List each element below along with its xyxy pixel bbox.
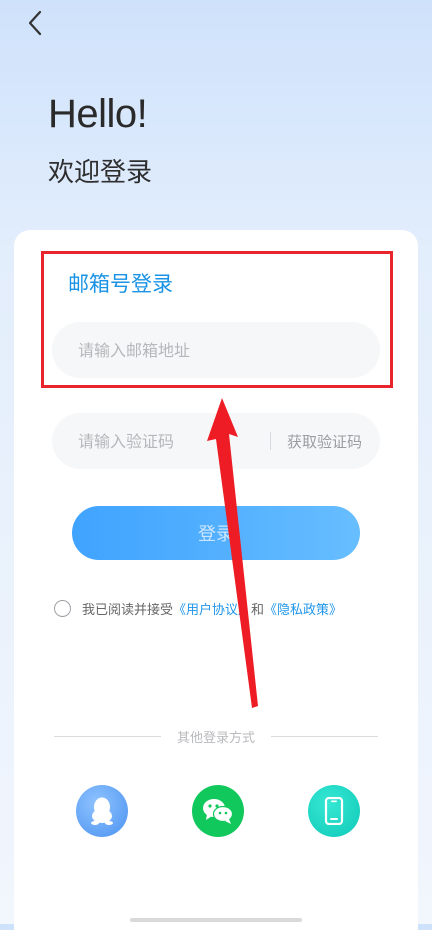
other-login-label: 其他登录方式 — [177, 730, 256, 746]
home-indicator — [130, 918, 302, 922]
agreement-and: 和 — [251, 603, 265, 618]
chevron-left-icon — [28, 10, 42, 36]
qq-penguin-icon — [91, 797, 113, 825]
get-code-button[interactable]: 获取验证码 — [287, 431, 362, 452]
greeting-title: Hello! — [48, 92, 148, 136]
agreement-prefix: 我已阅读并接受 — [82, 603, 174, 618]
divider-line-right — [271, 735, 379, 737]
back-button[interactable] — [22, 8, 48, 38]
code-field-container: 获取验证码 — [52, 413, 380, 469]
login-button[interactable]: 登录 — [72, 506, 360, 560]
welcome-subtitle: 欢迎登录 — [48, 158, 153, 188]
user-agreement-link[interactable]: 《用户协议》 — [173, 599, 251, 618]
divider-line-left — [54, 735, 161, 737]
verification-code-input[interactable] — [76, 430, 260, 452]
qq-login-button[interactable] — [76, 785, 128, 837]
phone-icon — [324, 797, 344, 825]
agree-radio[interactable] — [54, 600, 71, 617]
other-login-divider: 其他登录方式 — [54, 726, 379, 746]
privacy-policy-link[interactable]: 《隐私政策》 — [264, 599, 342, 618]
phone-login-button[interactable] — [308, 785, 360, 837]
annotation-highlight-box — [41, 251, 393, 388]
wechat-login-button[interactable] — [192, 785, 244, 837]
field-divider — [270, 432, 271, 450]
agreement-row: 我已阅读并接受 《用户协议》 和 《隐私政策》 — [54, 599, 342, 618]
wechat-icon — [203, 799, 234, 824]
